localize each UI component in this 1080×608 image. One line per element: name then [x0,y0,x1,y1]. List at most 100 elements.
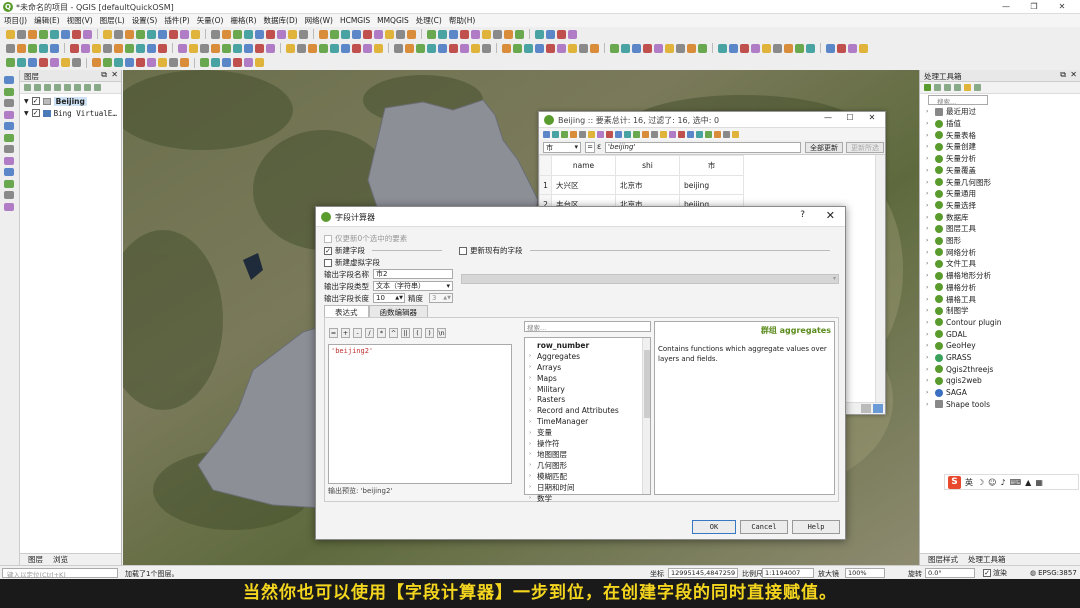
toolbar-tool-icon[interactable] [147,43,156,53]
virtual-field-option[interactable]: 新建虚拟字段 [324,257,380,268]
toolbar-tool-icon[interactable] [136,43,145,53]
attribute-tool-icon[interactable] [570,130,577,138]
toolbar-tool-icon[interactable] [837,43,846,53]
toolbar-tool-icon[interactable] [158,58,167,67]
toolbar-tool-icon[interactable] [308,43,317,53]
toolbar-tool-icon[interactable] [39,43,48,53]
toolbar-tool-icon[interactable] [546,29,555,39]
update-existing-checkbox[interactable] [459,246,467,255]
toolbar-tool-icon[interactable] [222,43,231,53]
layer-visibility-checkbox[interactable] [31,97,40,105]
toolbar-tool-icon[interactable] [460,29,469,39]
toolbar-tool-icon[interactable] [341,43,350,53]
attribute-tool-icon[interactable] [633,130,640,138]
attribute-tool-icon[interactable] [552,130,559,138]
vertical-scrollbar[interactable] [875,155,885,405]
toolbar-tool-icon[interactable] [266,29,275,39]
chevron-right-icon[interactable]: › [926,307,932,314]
toolbox-group-item[interactable]: › Contour plugin [926,317,1002,329]
toolbar-tool-icon[interactable] [632,43,641,53]
toolbar-tool-icon[interactable] [396,29,405,39]
attribute-tool-icon[interactable] [678,130,685,138]
layer-item-beijing[interactable]: ▼ Beijing [24,95,87,107]
toolbar-tool-icon[interactable] [513,43,522,53]
toolbar-tool-icon[interactable] [200,43,209,53]
filter-icon[interactable] [54,84,61,91]
attribute-tool-icon[interactable] [714,130,721,138]
create-new-field-checkbox[interactable] [324,246,332,255]
toolbar-tool-icon[interactable] [568,43,577,53]
virtual-field-checkbox[interactable] [324,258,332,267]
add-layer-icon[interactable] [4,191,14,199]
add-layer-icon[interactable] [4,110,14,119]
toolbar-tool-icon[interactable] [158,29,167,39]
toolbox-search-input[interactable]: 搜索... [928,95,988,106]
toolbar-tool-icon[interactable] [848,43,857,53]
operator-button[interactable]: * [377,328,386,338]
collapse-all-icon[interactable] [84,84,91,91]
toolbar-tool-icon[interactable] [363,29,372,39]
minimize-icon[interactable]: — [992,0,1020,14]
toolbar-tool-icon[interactable] [211,58,220,67]
update-selected-button[interactable]: 更新所选 [846,142,884,153]
toolbar-tool-icon[interactable] [103,43,112,53]
toolbar-tool-icon[interactable] [114,58,123,67]
attribute-tool-icon[interactable] [723,130,730,138]
toolbox-group-item[interactable]: › 文件工具 [926,258,976,270]
toolbar-tool-icon[interactable] [806,43,815,53]
toolbar-tool-icon[interactable] [72,29,81,39]
toolbar-tool-icon[interactable] [579,43,588,53]
history-icon[interactable] [944,84,951,91]
toolbar-tool-icon[interactable] [449,43,458,53]
toolbox-group-item[interactable]: › 矢量几何图形 [926,176,991,188]
toolbar-tool-icon[interactable] [676,43,685,53]
operator-button[interactable]: + [341,328,350,338]
toolbar-tool-icon[interactable] [114,43,123,53]
chevron-right-icon[interactable]: › [926,354,932,361]
sogou-logo-icon[interactable]: S [948,475,961,489]
toolbar-tool-icon[interactable] [319,29,328,39]
keyboard-icon[interactable]: ⌨ [1010,478,1022,487]
toolbar-tool-icon[interactable] [363,43,372,53]
toolbar-tool-icon[interactable] [546,43,555,53]
function-group-item[interactable]: row_number [529,340,589,351]
attribute-tool-icon[interactable] [669,130,676,138]
toolbar-tool-icon[interactable] [698,43,707,53]
toolbar-tool-icon[interactable] [502,43,511,53]
render-toggle[interactable]: 渲染 [983,568,1007,578]
chevron-right-icon[interactable]: › [926,272,932,279]
toolbar-tool-icon[interactable] [50,29,59,39]
attribute-tool-icon[interactable] [588,130,595,138]
ime-mode[interactable]: 英 [965,477,973,488]
toolbar-tool-icon[interactable] [28,43,37,53]
column-header-shi-cn[interactable]: 市 [679,155,744,176]
table-view-icon[interactable] [873,404,883,413]
update-existing-option[interactable]: 更新现有的字段 [459,245,830,256]
scale-select[interactable]: 1:1194007 [762,568,814,578]
close-icon[interactable]: ✕ [861,113,883,122]
grid-icon[interactable]: ▦ [1035,478,1043,487]
toolbar-tool-icon[interactable] [665,43,674,53]
toolbar-tool-icon[interactable] [341,29,350,39]
toolbar-tool-icon[interactable] [385,29,394,39]
menu-item[interactable]: 编辑(E) [34,15,60,26]
toolbar-tool-icon[interactable] [654,43,663,53]
mic-icon[interactable]: ♪ [1001,478,1006,487]
toolbar-tool-icon[interactable] [6,58,15,67]
toolbar-tool-icon[interactable] [352,29,361,39]
toolbar-tool-icon[interactable] [158,43,167,53]
operator-button[interactable]: ( [413,328,422,338]
coordinate-input[interactable]: 12995145,4847259 [668,568,738,578]
toolbar-tool-icon[interactable] [374,29,383,39]
options-icon[interactable] [974,84,981,91]
function-group-item[interactable]: › 模糊匹配 [529,471,567,482]
toolbar-tool-icon[interactable] [81,43,90,53]
toolbar-tool-icon[interactable] [169,29,178,39]
toolbar-tool-icon[interactable] [266,43,275,53]
toolbox-group-item[interactable]: › 制图学 [926,305,969,317]
menu-item[interactable]: 视图(V) [67,15,93,26]
toolbox-group-item[interactable]: › 矢量分析 [926,153,976,165]
tab-processing-toolbox[interactable]: 处理工具箱 [968,554,1006,565]
function-search-input[interactable]: 搜索... [524,321,651,332]
function-group-item[interactable]: › Arrays [529,362,561,373]
